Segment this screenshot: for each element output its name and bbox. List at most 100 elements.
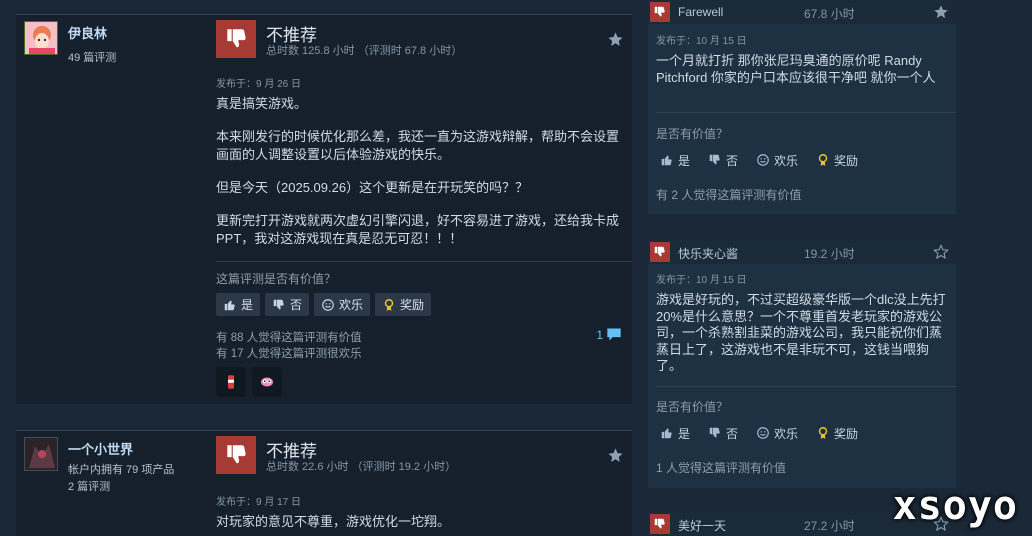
award-label: 奖励 bbox=[834, 153, 859, 168]
side-review-text: 一个月就打折 那你张尼玛臭通的原价呢 Randy Pitchford 你家的户口… bbox=[656, 53, 936, 85]
award-label: 奖励 bbox=[834, 426, 859, 441]
yes-button[interactable]: 是 bbox=[656, 422, 694, 444]
side-hours: 27.2 小时 bbox=[804, 519, 855, 533]
author-name[interactable]: 伊良林 bbox=[68, 23, 107, 42]
side-helpful-count: 有 2 人觉得这篇评测有价值 bbox=[656, 188, 802, 202]
side-helpful-question: 是否有价值？ bbox=[656, 400, 729, 414]
thumbs-up-icon bbox=[224, 300, 235, 310]
award-icon bbox=[818, 427, 828, 439]
review-paragraph: 真是搞笑游戏。 bbox=[216, 96, 308, 111]
award-label: 奖励 bbox=[400, 298, 425, 312]
owned-products[interactable]: 帐户内拥有 79 项产品 bbox=[68, 461, 174, 477]
thumbs-down-icon bbox=[709, 427, 720, 438]
award-badge[interactable] bbox=[216, 367, 246, 397]
awards-row bbox=[216, 367, 282, 397]
award-button[interactable]: 奖励 bbox=[812, 422, 862, 444]
thumbs-up-icon bbox=[661, 155, 672, 166]
soda-icon bbox=[228, 375, 234, 389]
thumbs-down-icon bbox=[709, 154, 720, 165]
yes-label: 是 bbox=[241, 298, 254, 312]
funny-button[interactable]: 欢乐 bbox=[752, 149, 802, 171]
funny-count: 有 17 人觉得这篇评测很欢乐 bbox=[216, 348, 362, 360]
avatar[interactable] bbox=[24, 437, 58, 471]
side-posted-date: 发布于：10 月 15 日 bbox=[656, 275, 747, 286]
funny-button[interactable]: 欢乐 bbox=[314, 293, 371, 316]
thumbs-down-icon bbox=[650, 2, 670, 22]
thumbs-down-icon bbox=[216, 20, 256, 58]
no-label: 否 bbox=[726, 426, 739, 441]
watermark: xsoyo bbox=[892, 483, 1018, 529]
thumbs-up-icon bbox=[661, 428, 672, 439]
side-author-name[interactable]: Farewell bbox=[678, 5, 723, 19]
star-outline-icon[interactable] bbox=[933, 244, 949, 265]
side-review-header: Farewell 67.8 小时 bbox=[648, 0, 956, 24]
side-hours: 67.8 小时 bbox=[804, 7, 855, 21]
award-badge[interactable] bbox=[252, 367, 282, 397]
playtime: 总时数 22.6 小时 （评测时 19.2 小时） bbox=[266, 461, 457, 473]
review-content: 不推荐 总时数 22.6 小时 （评测时 19.2 小时） 发布于：9 月 17… bbox=[216, 431, 632, 529]
author-name[interactable]: 一个小世界 bbox=[68, 439, 133, 458]
review-counts: 有 88 人觉得这篇评测有价值 有 17 人觉得这篇评测很欢乐 bbox=[216, 330, 362, 362]
review-card: 伊良林 49 篇评测 不推荐 总时数 125.8 小时 （评测时 67.8 小时… bbox=[16, 14, 632, 404]
funny-label: 欢乐 bbox=[339, 298, 364, 312]
no-button[interactable]: 否 bbox=[704, 422, 742, 444]
yes-label: 是 bbox=[678, 153, 691, 168]
divider bbox=[216, 261, 632, 262]
thumbs-down-icon bbox=[273, 299, 284, 309]
side-rating-buttons: 是 否 欢乐 奖励 bbox=[656, 149, 862, 171]
side-author-name[interactable]: 美好一天 bbox=[678, 517, 726, 534]
review-paragraph: 对玩家的意见不尊重，游戏优化一坨翔。 bbox=[216, 514, 451, 529]
review-body: 真是搞笑游戏。 本来刚发行的时候优化那么差，我还一直为这游戏辩解，帮助不会设置画… bbox=[216, 95, 624, 263]
yes-label: 是 bbox=[678, 426, 691, 441]
thumbs-down-icon bbox=[650, 242, 670, 262]
posted-date: 发布于：9 月 17 日 bbox=[216, 497, 302, 508]
avatar[interactable] bbox=[24, 21, 58, 55]
star-icon[interactable] bbox=[607, 447, 624, 469]
award-button[interactable]: 奖励 bbox=[375, 293, 432, 316]
side-review-card: Farewell 67.8 小时 发布于：10 月 15 日 一个月就打折 那你… bbox=[648, 0, 956, 214]
smiley-icon bbox=[322, 298, 334, 311]
award-icon bbox=[384, 298, 394, 311]
helpful-count: 有 88 人觉得这篇评测有价值 bbox=[216, 332, 362, 344]
funny-button[interactable]: 欢乐 bbox=[752, 422, 802, 444]
side-hours: 19.2 小时 bbox=[804, 247, 855, 261]
playtime: 总时数 125.8 小时 （评测时 67.8 小时） bbox=[266, 45, 463, 57]
side-helpful-count: 1 人觉得这篇评测有价值 bbox=[656, 461, 787, 475]
smiley-icon bbox=[757, 427, 769, 439]
comment-count: 1 bbox=[596, 327, 603, 342]
review-paragraph: 本来刚发行的时候优化那么差，我还一直为这游戏辩解，帮助不会设置画面的人调整设置以… bbox=[216, 129, 620, 162]
review-paragraph: 更新完打开游戏就两次虚幻引擎闪退，好不容易进了游戏，还给我卡成PPT，我对这游戏… bbox=[216, 213, 620, 246]
no-button[interactable]: 否 bbox=[704, 149, 742, 171]
posted-date: 发布于：9 月 26 日 bbox=[216, 79, 302, 90]
star-icon[interactable] bbox=[933, 4, 949, 25]
side-rating-buttons: 是 否 欢乐 奖励 bbox=[656, 422, 862, 444]
side-helpful-question: 是否有价值？ bbox=[656, 127, 729, 141]
yes-button[interactable]: 是 bbox=[216, 293, 261, 316]
review-paragraph: 但是今天（2025.09.26）这个更新是在开玩笑的吗？？ bbox=[216, 180, 529, 195]
review-count[interactable]: 49 篇评测 bbox=[68, 49, 116, 65]
vote-header: 不推荐 总时数 125.8 小时 （评测时 67.8 小时） bbox=[216, 15, 632, 75]
no-label: 否 bbox=[290, 298, 303, 312]
comment-icon bbox=[607, 328, 621, 341]
thumbs-down-icon bbox=[216, 436, 256, 474]
comments-link[interactable]: 1 bbox=[596, 327, 622, 342]
divider bbox=[656, 112, 956, 113]
side-review-text: 游戏是好玩的，不过买超级豪华版一个dlc没上先打20%是什么意思？一个不尊重首发… bbox=[656, 292, 946, 373]
side-author-name[interactable]: 快乐夹心酱 bbox=[678, 245, 738, 262]
yes-button[interactable]: 是 bbox=[656, 149, 694, 171]
divider bbox=[656, 386, 956, 387]
review-count[interactable]: 2 篇评测 bbox=[68, 478, 110, 494]
side-review-header: 快乐夹心酱 19.2 小时 bbox=[648, 240, 956, 264]
star-icon[interactable] bbox=[607, 31, 624, 53]
review-content: 不推荐 总时数 125.8 小时 （评测时 67.8 小时） 发布于：9 月 2… bbox=[216, 15, 632, 397]
funny-label: 欢乐 bbox=[774, 426, 799, 441]
funny-label: 欢乐 bbox=[774, 153, 799, 168]
no-label: 否 bbox=[726, 153, 739, 168]
rating-buttons: 是 否 欢乐 奖励 bbox=[216, 293, 432, 316]
review-card: 一个小世界 帐户内拥有 79 项产品 2 篇评测 不推荐 总时数 22.6 小时… bbox=[16, 430, 632, 536]
helpful-question: 这篇评测是否有价值？ bbox=[216, 272, 337, 286]
no-button[interactable]: 否 bbox=[265, 293, 310, 316]
award-button[interactable]: 奖励 bbox=[812, 149, 862, 171]
side-posted-date: 发布于：10 月 15 日 bbox=[656, 36, 747, 47]
eyes-icon bbox=[261, 377, 273, 387]
